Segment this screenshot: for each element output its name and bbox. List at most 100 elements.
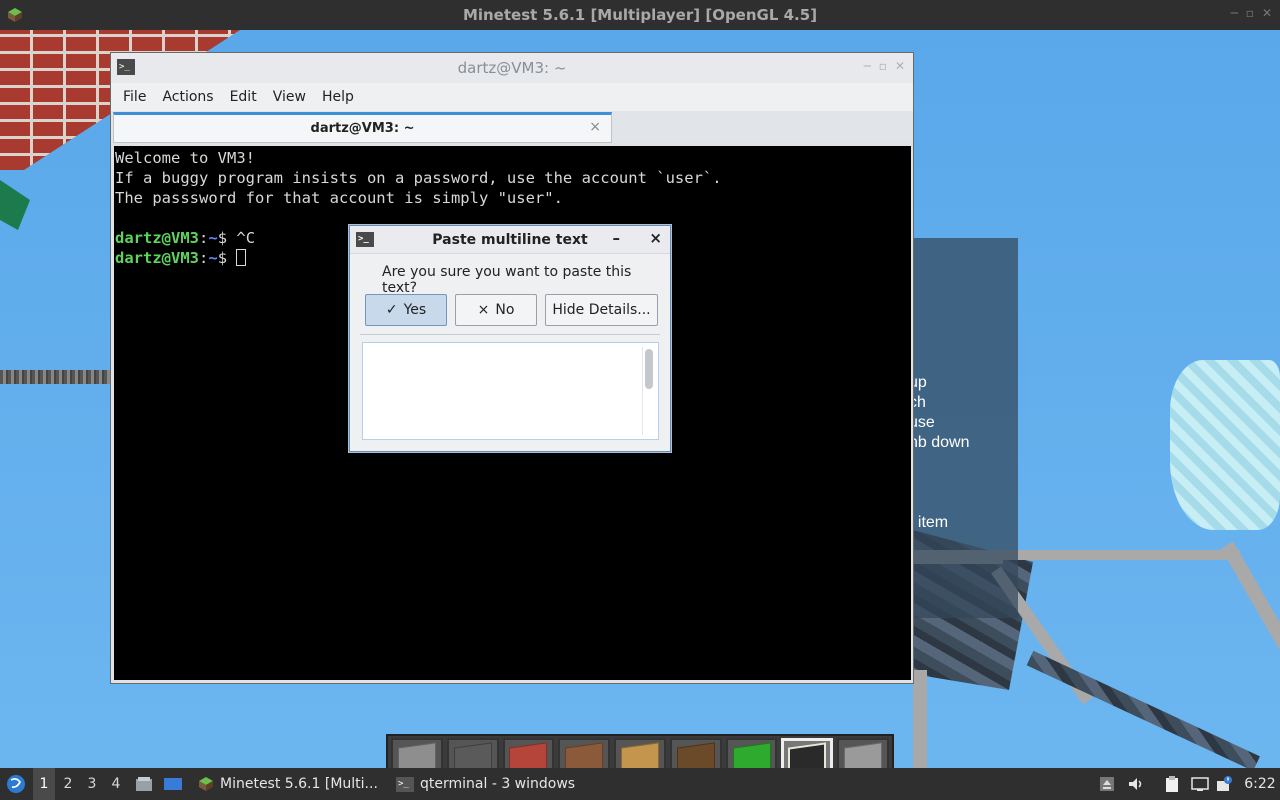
tray-network[interactable]: [1190, 768, 1210, 800]
terminal-tabbar: dartz@VM3: ~ ×: [111, 111, 913, 143]
file-manager-launcher[interactable]: [134, 768, 154, 800]
hotbar-slot[interactable]: [725, 738, 778, 768]
dialog-separator: [360, 334, 660, 335]
dialog-question: Are you sure you want to paste this text…: [382, 264, 632, 296]
tray-volume[interactable]: [1126, 768, 1146, 800]
stone-slab-block-icon: [844, 742, 883, 768]
terminal-icon: >_: [117, 59, 135, 75]
clipboard-icon: [1166, 776, 1178, 792]
hotbar-slot[interactable]: [614, 738, 666, 768]
taskbar: 1 2 3 4 Minetest 5.6.1 [Multi... >_ qter…: [0, 768, 1280, 800]
menu-actions[interactable]: Actions: [154, 89, 221, 105]
hotbar-slot[interactable]: [837, 738, 890, 768]
close-icon[interactable]: ×: [649, 229, 662, 247]
tray-clipboard[interactable]: [1162, 768, 1182, 800]
x-icon: ×: [477, 302, 490, 318]
terminal-titlebar[interactable]: >_ dartz@VM3: ~ ─ ▫ ✕: [111, 53, 913, 83]
text-cursor: [236, 249, 247, 266]
workspace-3[interactable]: 3: [81, 768, 103, 800]
task-qterminal-label: qterminal - 3 windows: [420, 776, 576, 792]
cobble-block-icon: [453, 742, 492, 768]
hotbar-slot[interactable]: [446, 738, 499, 768]
gravel-path: [0, 370, 112, 384]
prompt-command: ^C: [236, 229, 256, 247]
prompt-path: ~: [208, 249, 218, 267]
hotbar-slot[interactable]: [502, 738, 555, 768]
prompt-dollar: $: [217, 229, 237, 247]
leaves-block-icon: [732, 742, 771, 768]
maximize-icon[interactable]: ▫: [1246, 6, 1254, 20]
dirt-block-icon: [565, 742, 604, 768]
workspace-1[interactable]: 1: [33, 768, 55, 800]
beam-4: [913, 670, 927, 768]
workspace-2[interactable]: 2: [57, 768, 79, 800]
beam-3: [1220, 541, 1280, 688]
volume-icon: [1129, 778, 1142, 790]
hide-details-button[interactable]: Hide Details...: [545, 294, 658, 326]
close-icon[interactable]: ✕: [895, 59, 905, 73]
network-icon: [1191, 777, 1209, 791]
workspace-4[interactable]: 4: [105, 768, 127, 800]
terminal-menubar: File Actions Edit View Help: [111, 83, 913, 111]
menu-help[interactable]: Help: [314, 89, 362, 105]
paste-details-textarea[interactable]: [362, 342, 659, 440]
window-titlebar: Minetest 5.6.1 [Multiplayer] [OpenGL 4.5…: [0, 0, 1280, 30]
terminal-line: The passsword for that account is simply…: [115, 189, 563, 207]
prompt-user: dartz@VM3: [115, 229, 199, 247]
hotbar[interactable]: [386, 734, 894, 768]
task-minetest-label: Minetest 5.6.1 [Multi...: [220, 776, 378, 792]
rail: [1026, 650, 1260, 768]
prompt-colon: :: [199, 249, 209, 267]
start-menu-button[interactable]: [4, 768, 28, 800]
task-qterminal[interactable]: >_ qterminal - 3 windows: [390, 768, 580, 800]
minimize-icon[interactable]: ─: [1231, 6, 1238, 20]
menu-view[interactable]: View: [265, 89, 314, 105]
maximize-icon[interactable]: ▫: [879, 59, 887, 73]
close-icon[interactable]: ✕: [1262, 6, 1272, 20]
no-label: No: [495, 302, 515, 318]
desktop-icon: [164, 778, 182, 790]
terminal-icon: >_: [356, 232, 374, 247]
yes-button[interactable]: ✓ Yes: [365, 294, 447, 326]
menu-fragment: t item: [909, 514, 949, 531]
task-minetest[interactable]: Minetest 5.6.1 [Multi...: [192, 768, 382, 800]
notification-icon: [1217, 776, 1232, 791]
prompt-user: dartz@VM3: [115, 249, 199, 267]
minetest-icon: [8, 8, 22, 22]
lxqt-logo-icon: [7, 775, 25, 793]
menu-edit[interactable]: Edit: [222, 89, 265, 105]
tray-notifications[interactable]: [1214, 768, 1234, 800]
paste-multiline-dialog[interactable]: >_ Paste multiline text – × Are you sure…: [349, 225, 671, 452]
hotbar-slot[interactable]: [669, 738, 722, 768]
minetest-icon: [199, 777, 213, 791]
menu-file[interactable]: File: [115, 89, 154, 105]
terminal-icon: >_: [396, 776, 414, 792]
scrollbar-thumb[interactable]: [645, 349, 653, 389]
ice-block: [1170, 360, 1280, 530]
clock[interactable]: 6:22: [1244, 768, 1276, 800]
textarea-scrollbar[interactable]: [642, 347, 654, 435]
hotbar-slot[interactable]: [781, 738, 834, 768]
yes-label: Yes: [403, 302, 427, 318]
dialog-titlebar[interactable]: >_ Paste multiline text – ×: [350, 226, 670, 254]
tab-title: dartz@VM3: ~: [310, 121, 415, 136]
prompt-path: ~: [208, 229, 218, 247]
minetest-help-overlay: up ch use nb down t item: [909, 238, 1018, 618]
menu-fragment: nb down: [909, 434, 970, 451]
terminal-line: Welcome to VM3!: [115, 149, 255, 167]
prompt-colon: :: [199, 229, 209, 247]
dialog-title: Paste multiline text: [432, 231, 588, 248]
terminal-tab[interactable]: dartz@VM3: ~ ×: [113, 112, 612, 143]
tab-close-icon[interactable]: ×: [589, 119, 601, 135]
no-button[interactable]: × No: [455, 294, 537, 326]
hotbar-slot[interactable]: [558, 738, 611, 768]
hotbar-slot[interactable]: [391, 738, 443, 768]
leaves: [0, 180, 30, 230]
minimize-icon[interactable]: –: [613, 229, 621, 247]
hide-details-label: Hide Details...: [552, 302, 651, 318]
minimize-icon[interactable]: ─: [864, 59, 871, 73]
check-icon: ✓: [385, 302, 398, 318]
beam-2: [1000, 550, 1240, 560]
show-desktop-launcher[interactable]: [162, 768, 184, 800]
tray-eject[interactable]: [1098, 768, 1116, 800]
